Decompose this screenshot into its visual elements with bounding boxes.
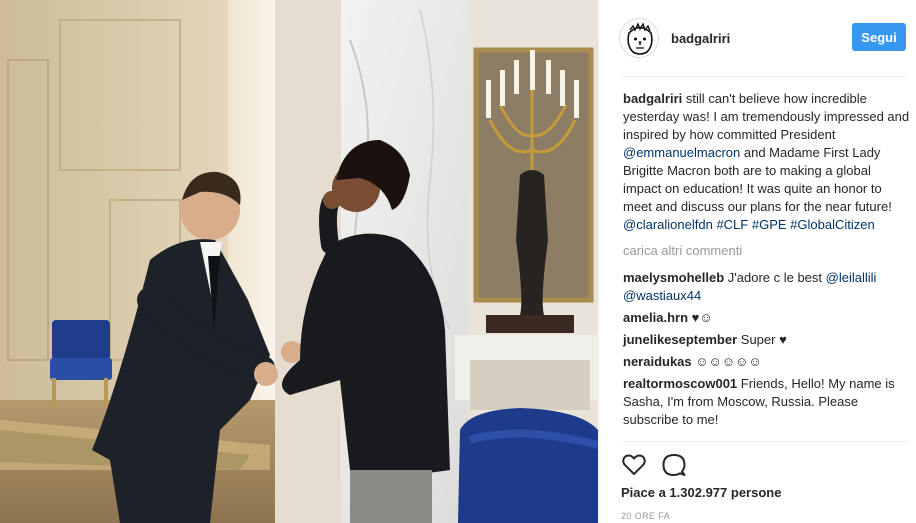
caption-mention[interactable]: @claralionelfdn <box>623 217 713 232</box>
author-avatar[interactable] <box>619 18 659 58</box>
post-header: badgalriri Segui <box>599 0 916 76</box>
comment-username[interactable]: maelysmohelleb <box>623 270 724 285</box>
comment-text: J'adore c le best <box>724 270 826 285</box>
comment-mention[interactable]: @leilallili <box>826 270 877 285</box>
comment-username[interactable]: neraidukas <box>623 354 692 369</box>
actions-divider <box>621 441 908 442</box>
post-actions <box>621 452 687 478</box>
comment-username[interactable]: realtormoscow001 <box>623 376 737 391</box>
sketch-face-icon <box>620 19 658 57</box>
comment-text: Super ♥ <box>737 332 787 347</box>
caption-hashtag[interactable]: #CLF <box>716 217 748 232</box>
comment-icon[interactable] <box>661 452 687 478</box>
post-sidebar: badgalriri Segui badgalriri still can't … <box>598 0 916 523</box>
post-photo[interactable] <box>0 0 598 523</box>
post-timestamp: 20 ORE FA <box>621 511 671 521</box>
comments-list[interactable]: badgalriri still can't believe how incre… <box>623 90 910 440</box>
load-more-comments-link[interactable]: carica altri commenti <box>623 242 910 260</box>
caption-hashtag[interactable]: #GlobalCitizen <box>790 217 875 232</box>
author-username[interactable]: badgalriri <box>671 31 730 46</box>
instagram-post: badgalriri Segui badgalriri still can't … <box>0 0 916 523</box>
comment-item: neraidukas ☺☺☺☺☺ <box>623 353 910 371</box>
comment-username[interactable]: junelikeseptember <box>623 332 737 347</box>
comment-item: realtormoscow001 Friends, Hello! My name… <box>623 375 910 429</box>
follow-button[interactable]: Segui <box>852 23 906 51</box>
comment-text: ♥☺ <box>688 310 713 325</box>
comment-item: junelikeseptember Super ♥ <box>623 331 910 349</box>
comment-mention[interactable]: @wastiaux44 <box>623 288 701 303</box>
post-caption: badgalriri still can't believe how incre… <box>623 90 910 234</box>
heart-icon[interactable] <box>621 452 647 478</box>
comment-username[interactable]: amelia.hrn <box>623 310 688 325</box>
caption-mention[interactable]: @emmanuelmacron <box>623 145 740 160</box>
comment-item: amelia.hrn ♥☺ <box>623 309 910 327</box>
caption-hashtag[interactable]: #GPE <box>752 217 787 232</box>
caption-username[interactable]: badgalriri <box>623 91 682 106</box>
post-photo-illustration <box>0 0 598 523</box>
likes-count[interactable]: Piace a 1.302.977 persone <box>621 485 781 500</box>
comment-text: ☺☺☺☺☺ <box>691 354 762 369</box>
header-divider <box>621 76 908 77</box>
comment-item: maelysmohelleb J'adore c le best @leilal… <box>623 269 910 305</box>
